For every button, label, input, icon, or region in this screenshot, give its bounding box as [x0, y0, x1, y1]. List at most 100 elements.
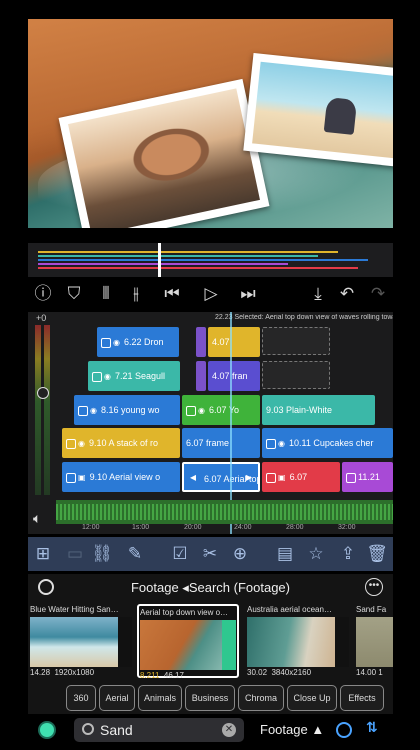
mini-track-line: [38, 263, 288, 265]
clear-icon[interactable]: ✕: [222, 723, 236, 737]
browser-title[interactable]: Footage ◂Search (Footage): [28, 580, 393, 596]
mini-playhead[interactable]: [158, 243, 161, 277]
info-icon[interactable]: ⓘ: [31, 282, 55, 306]
media-resolution: 3840x2160: [271, 668, 312, 677]
media-thumbnail: [140, 620, 236, 670]
volume-knob[interactable]: [37, 387, 49, 399]
media-card-meta: 30.02 3840x2160: [247, 668, 349, 677]
timeline-clip[interactable]: ◉ 10.11 Cupcakes cher: [262, 428, 393, 458]
timeline-clip[interactable]: ◉ 8.16 young wo: [74, 395, 180, 425]
timeline-clip[interactable]: ◉ 7.21 Seagull: [88, 361, 180, 391]
clip-settings-icon: [346, 472, 356, 483]
tag-chip-chroma[interactable]: Chroma: [238, 685, 284, 711]
clip-label: young wo: [121, 405, 160, 415]
skip-to-end-icon[interactable]: ⏭: [236, 282, 260, 306]
speaker-icon[interactable]: 🔈︎: [33, 510, 41, 527]
empty-slot: [262, 361, 330, 389]
clip-duration: 9.03: [266, 405, 284, 415]
media-card[interactable]: Australia aerial ocean… 30.02 3840x2160: [247, 604, 349, 678]
timeline-clip[interactable]: 9.03 Plain-White: [262, 395, 375, 425]
sort-icon[interactable]: ⇅: [366, 719, 378, 736]
media-duration: 30.02: [247, 668, 268, 677]
clip-duration: 6.22: [123, 337, 142, 347]
photo-frame-couple-bike: [243, 53, 393, 167]
clip-duration: 11.21: [358, 472, 380, 482]
favorite-icon[interactable]: ☆: [304, 542, 328, 566]
tag-chip-effects[interactable]: Effects: [340, 685, 384, 711]
camera-icon: ◉: [198, 405, 205, 415]
select-check-icon[interactable]: ☑: [168, 542, 192, 566]
media-thumbnail: [356, 617, 393, 667]
trim-left-handle[interactable]: ◂: [184, 463, 202, 491]
status-indicator[interactable]: [40, 723, 54, 737]
transition-icon[interactable]: ▭: [63, 542, 87, 566]
tag-chip-aerial[interactable]: Aerial: [99, 685, 135, 711]
media-duration: 14.00: [356, 668, 377, 677]
mini-track-line: [38, 267, 358, 269]
clip-settings-icon: [266, 472, 276, 483]
tag-chip-business[interactable]: Business: [185, 685, 235, 711]
timeline-clip[interactable]: [196, 361, 206, 391]
edit-toolbar: ⊞ ▭ ⛓ ✎ ☑ ✂ ⊕ ▤ ☆ ⇪ 🗑︎: [28, 537, 393, 571]
download-icon[interactable]: ⤓: [306, 282, 330, 306]
media-card[interactable]: Blue Water Hitting San… 14.28 1920x1080: [30, 604, 132, 678]
camera-icon: ◉: [278, 438, 285, 448]
search-button-icon[interactable]: [336, 722, 352, 738]
tag-chip-close-up[interactable]: Close Up: [287, 685, 337, 711]
timeline-clip[interactable]: ◉ 9.10 A stack of ro: [62, 428, 180, 458]
mini-timeline-overview[interactable]: [28, 243, 393, 277]
search-input[interactable]: [100, 721, 220, 739]
timeline-clip[interactable]: ◉ 6.07 Yo: [182, 395, 260, 425]
link-icon[interactable]: ⛓: [90, 542, 114, 566]
timeline-clip[interactable]: ◉ 6.22 Dron: [97, 327, 179, 357]
skip-to-start-icon[interactable]: ⏮: [160, 282, 184, 306]
timeline-clip[interactable]: 11.21: [342, 462, 393, 492]
timeline-clip[interactable]: ▣ 9.10 Aerial view o: [62, 462, 180, 492]
add-keyframe-icon[interactable]: ⦀: [94, 282, 118, 306]
audio-level-meter[interactable]: [33, 325, 53, 500]
ruler-tick: 1s:00: [132, 524, 150, 531]
clip-label: Dron: [144, 337, 164, 347]
mini-track-line: [38, 259, 368, 261]
scissors-icon[interactable]: ✂: [198, 542, 222, 566]
pencil-icon[interactable]: ✎: [123, 542, 147, 566]
clip-duration: 10.11: [288, 438, 311, 448]
empty-slot: [262, 327, 330, 355]
timeline-clip[interactable]: ▣ 6.07: [262, 462, 340, 492]
trim-right-handle[interactable]: ▸: [240, 463, 258, 491]
clip-settings-icon: [92, 371, 102, 382]
media-card-side: [335, 617, 349, 667]
clip-label: Aerial view o: [109, 472, 161, 482]
play-icon[interactable]: ▷: [199, 282, 223, 306]
clipboard-icon[interactable]: ▤: [273, 542, 297, 566]
tag-chip-animals[interactable]: Animals: [138, 685, 182, 711]
timeline-clip[interactable]: 4.07 fran: [208, 361, 260, 391]
media-card-selected[interactable]: Aerial top down view o… 8.211 46.17: [137, 604, 239, 680]
audio-meter-label: +0: [36, 313, 47, 323]
search-field[interactable]: ✕: [74, 718, 244, 742]
meter-bar-right: [44, 325, 50, 495]
undo-icon[interactable]: ↶: [335, 282, 359, 306]
redo-icon[interactable]: ↷: [366, 282, 390, 306]
more-options-icon[interactable]: •••: [365, 578, 383, 596]
clip-duration: 6.07: [208, 405, 227, 415]
timeline-clip[interactable]: 6.07 frame: [182, 428, 260, 458]
browser-header: Footage ◂Search (Footage) •••: [28, 576, 393, 600]
add-marker-icon[interactable]: ⛉: [62, 282, 86, 306]
add-circle-icon[interactable]: ⊕: [228, 542, 252, 566]
camera-icon: ◉: [78, 438, 85, 448]
split-audio-icon[interactable]: ⫲: [124, 282, 148, 306]
media-duration: 14.28: [30, 668, 51, 677]
video-preview[interactable]: [28, 19, 393, 228]
media-card[interactable]: Sand Fa 14.00 1: [356, 604, 393, 678]
clip-label: Plain-White: [286, 405, 333, 415]
share-icon[interactable]: ⇪: [336, 542, 360, 566]
media-resolution: 1920x1080: [54, 668, 95, 677]
camera-icon: ◉: [104, 371, 111, 381]
trash-icon[interactable]: 🗑︎: [365, 542, 389, 566]
tag-chip-360[interactable]: 360: [66, 685, 96, 711]
timeline-clip[interactable]: [196, 327, 206, 357]
search-scope-dropdown[interactable]: Footage ▲: [260, 722, 324, 737]
add-layer-icon[interactable]: ⊞: [31, 542, 55, 566]
timeline-clip[interactable]: 4.07: [208, 327, 260, 357]
